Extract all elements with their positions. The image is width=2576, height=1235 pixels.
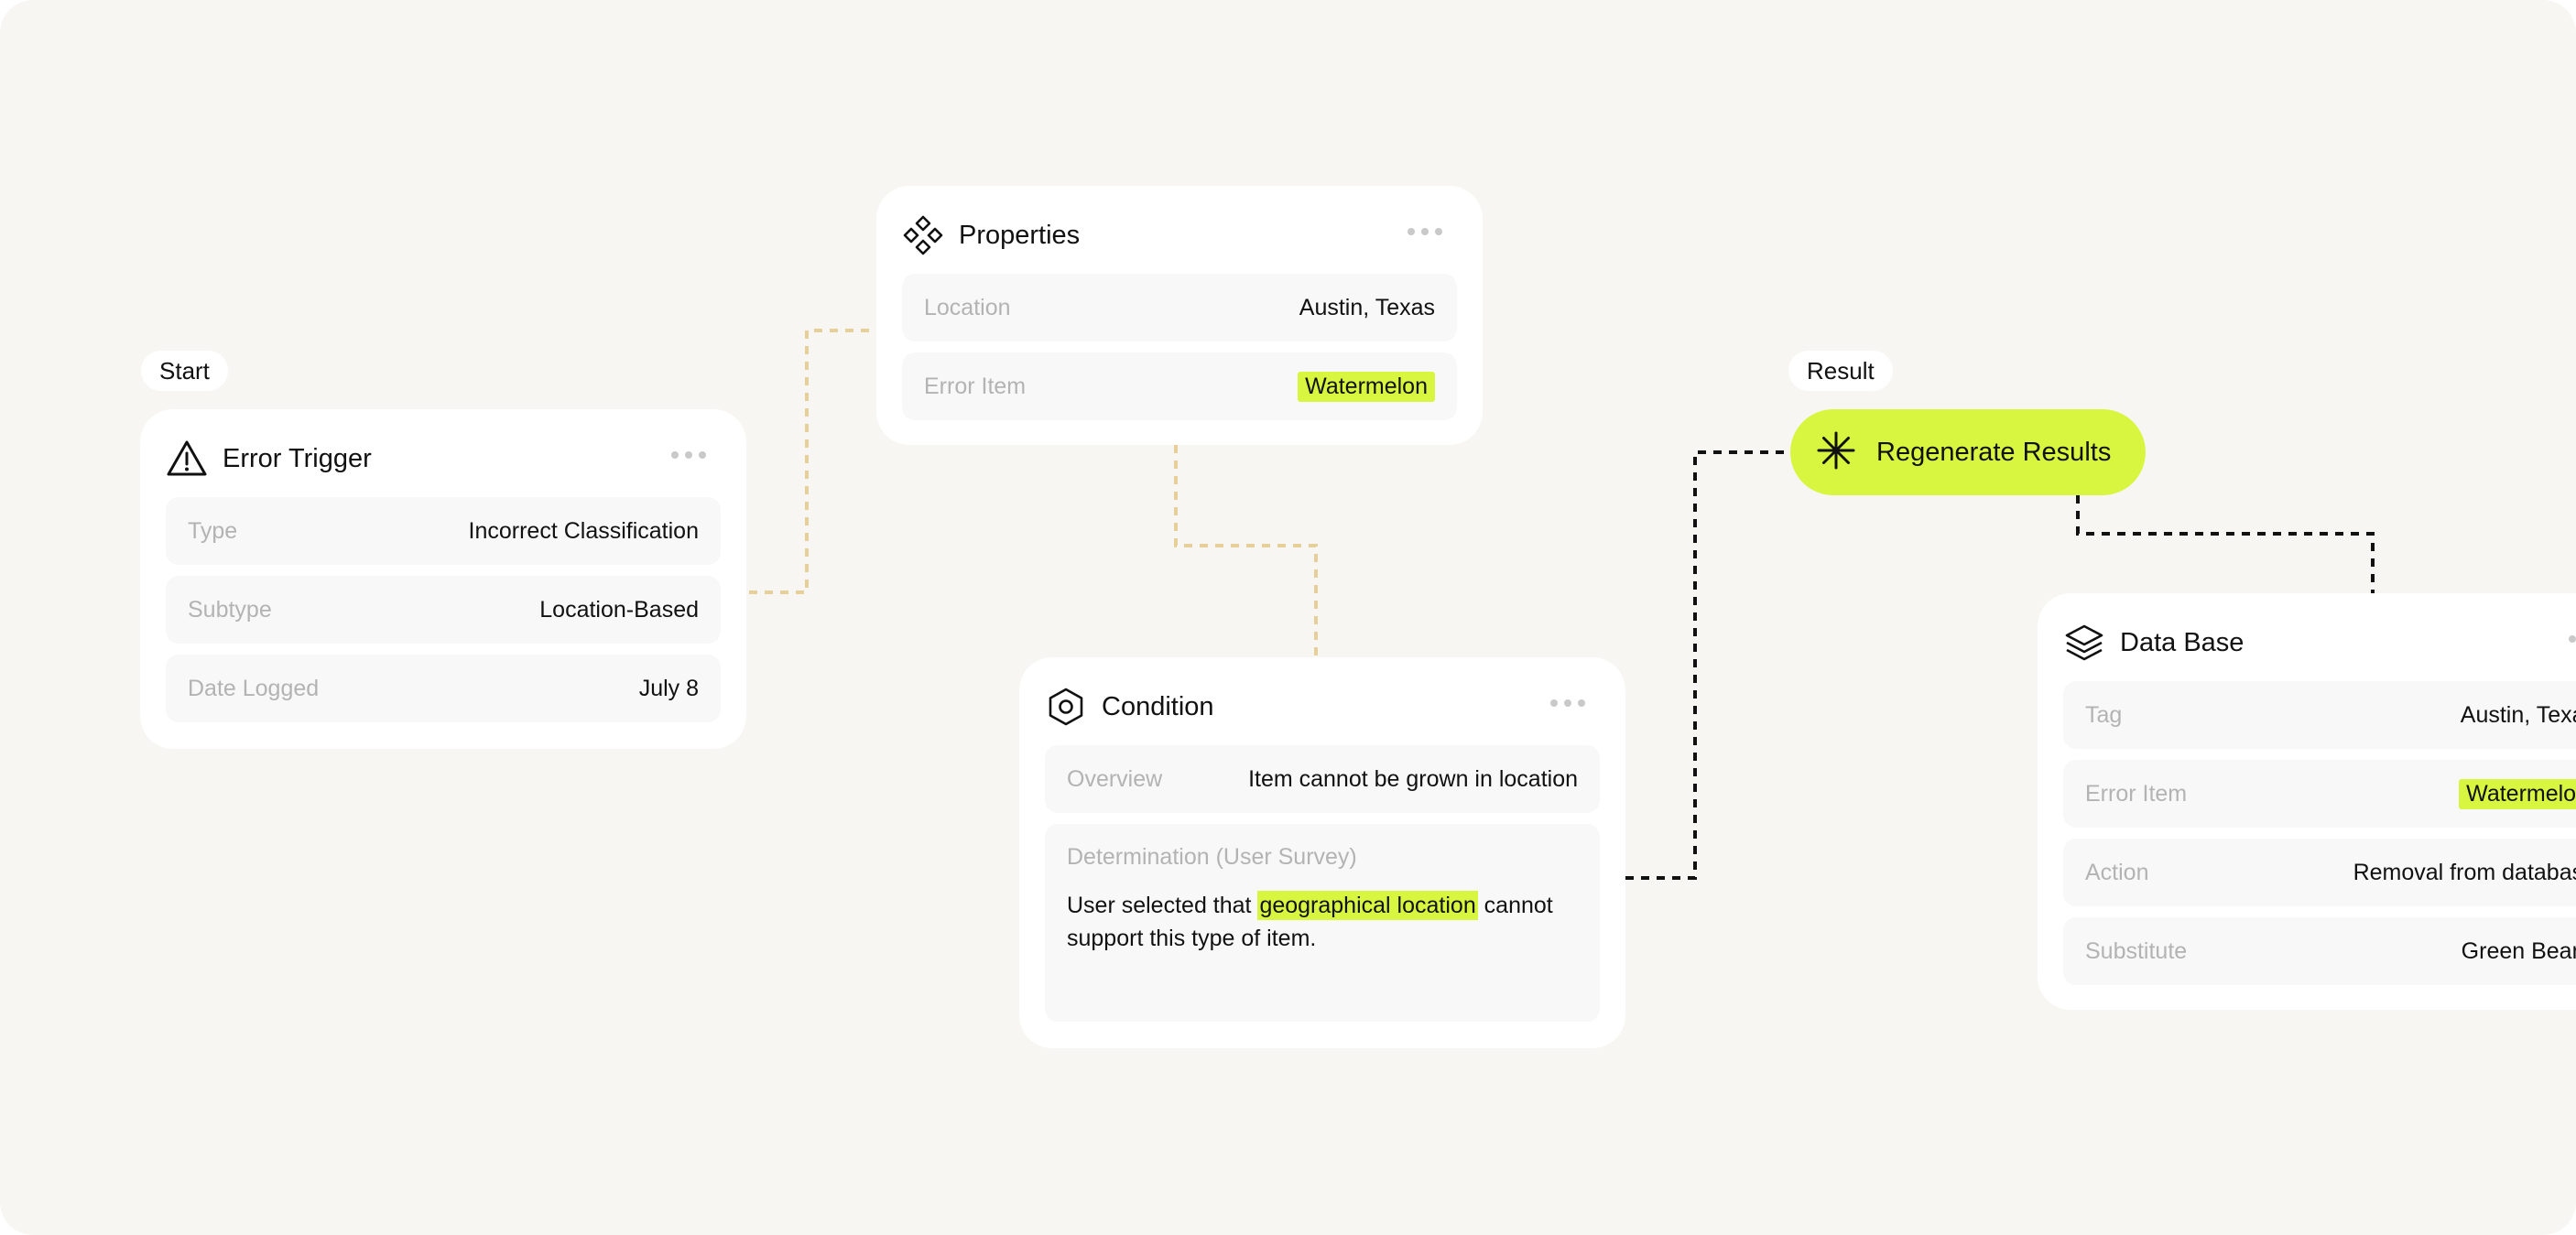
field-value: Removal from database (2353, 859, 2576, 885)
card-header: Data Base (2063, 613, 2576, 672)
highlighted-phrase: geographical location (1257, 891, 1478, 920)
asterisk-icon (1816, 430, 1856, 475)
card-header: Properties (902, 206, 1457, 265)
field-label: Substitute (2085, 937, 2188, 964)
field-value: Austin, Texas (2460, 701, 2576, 728)
field-row-action: Action Removal from database (2063, 839, 2576, 906)
card-title: Condition (1102, 691, 1214, 721)
field-label: Action (2085, 859, 2149, 885)
card-title: Error Trigger (223, 443, 372, 473)
hexagon-nut-icon (1045, 686, 1087, 728)
field-label: Tag (2085, 701, 2123, 728)
workflow-canvas: Start Result Error Trigger Type Incorrect… (0, 0, 2576, 1235)
connector-properties-to-condition (1174, 445, 1318, 657)
regenerate-results-button[interactable]: Regenerate Results (1790, 409, 2146, 495)
field-value: Incorrect Classification (468, 517, 699, 544)
field-row-type: Type Incorrect Classification (166, 497, 721, 565)
card-title: Properties (959, 220, 1081, 250)
field-row-date-logged: Date Logged July 8 (166, 655, 721, 722)
determination-text: User selected that geographical location… (1067, 889, 1578, 955)
field-label: Subtype (188, 596, 272, 623)
field-row-subtype: Subtype Location-Based (166, 576, 721, 644)
field-value: Austin, Texas (1299, 294, 1435, 320)
field-label: Determination (User Survey) (1067, 844, 1357, 870)
diamond-cluster-icon (902, 214, 944, 256)
card-header: Condition (1045, 677, 1600, 736)
field-label: Date Logged (188, 675, 320, 701)
more-options-icon[interactable] (1402, 222, 1448, 241)
determination-panel: Determination (User Survey) User selecte… (1045, 824, 1600, 1022)
connector-result-to-database (2076, 495, 2375, 593)
more-options-icon[interactable] (666, 446, 712, 464)
properties-card[interactable]: Properties Location Austin, Texas Error I… (876, 186, 1483, 445)
start-label: Start (141, 351, 228, 391)
field-label: Error Item (924, 373, 1027, 399)
field-row-error-item: Error Item Watermelon (2063, 760, 2576, 828)
connector-trigger-to-properties (749, 329, 876, 594)
field-label: Error Item (2085, 780, 2188, 807)
field-label: Overview (1067, 765, 1163, 792)
field-value-highlighted: Watermelon (1298, 371, 1435, 402)
card-header: Error Trigger (166, 429, 721, 488)
field-label: Location (924, 294, 1011, 320)
field-row-location: Location Austin, Texas (902, 274, 1457, 341)
more-options-icon[interactable] (1545, 694, 1591, 712)
field-value: Green Beans (2461, 937, 2576, 964)
database-card[interactable]: Data Base Tag Austin, Texas Error Item Wat… (2038, 593, 2576, 1010)
field-value: Location-Based (539, 596, 699, 623)
card-title: Data Base (2120, 627, 2244, 657)
field-label: Type (188, 517, 238, 544)
layers-icon (2063, 622, 2105, 664)
field-row-tag: Tag Austin, Texas (2063, 681, 2576, 749)
connector-condition-to-result (1625, 450, 1790, 880)
text-before: User selected that (1067, 893, 1258, 918)
field-row-error-item: Error Item Watermelon (902, 352, 1457, 420)
field-row-substitute: Substitute Green Beans (2063, 917, 2576, 985)
field-value: Item cannot be grown in location (1248, 765, 1578, 792)
condition-card[interactable]: Condition Overview Item cannot be grown i… (1019, 657, 1625, 1048)
result-label: Result (1788, 351, 1893, 391)
more-options-icon[interactable] (2563, 630, 2576, 648)
field-value-highlighted: Watermelon (2459, 778, 2576, 809)
field-value: July 8 (638, 675, 699, 701)
field-row-overview: Overview Item cannot be grown in location (1045, 745, 1600, 813)
error-trigger-card[interactable]: Error Trigger Type Incorrect Classificati… (140, 409, 746, 749)
button-label: Regenerate Results (1876, 437, 2112, 467)
warning-triangle-icon (166, 438, 208, 480)
